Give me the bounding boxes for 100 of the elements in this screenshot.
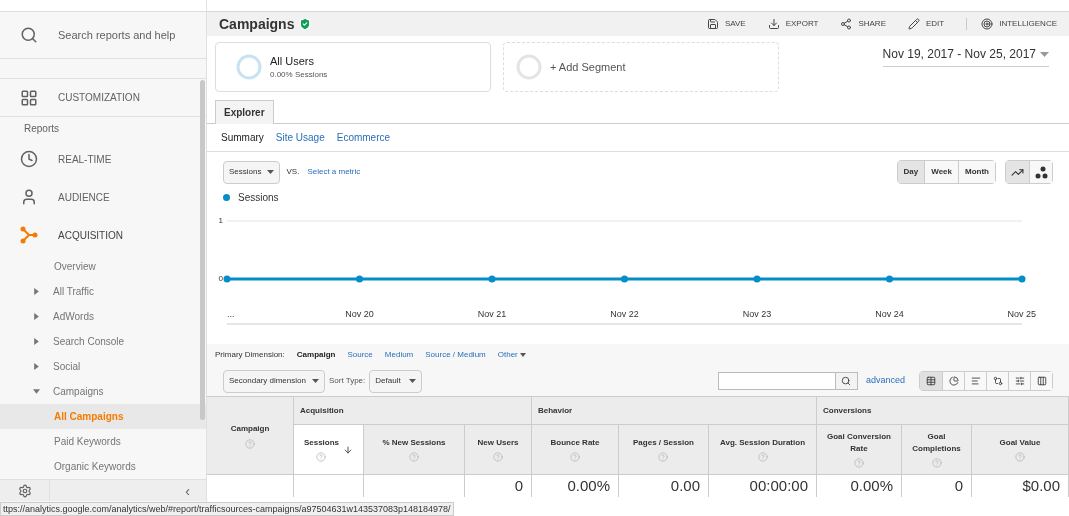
period-button[interactable]: Week — [924, 161, 958, 183]
caret-right-icon — [33, 288, 40, 296]
search-icon — [20, 26, 38, 45]
toolbar-action[interactable]: INTELLIGENCE — [966, 18, 1057, 30]
nav-item[interactable]: Organic Keywords — [0, 454, 206, 480]
sort-type-dropdown[interactable]: Default — [369, 369, 422, 393]
column-header[interactable]: % New Sessions — [364, 425, 465, 475]
column-header[interactable]: Campaign — [207, 397, 294, 475]
date-range-picker[interactable]: Nov 19, 2017 - Nov 25, 2017 — [882, 45, 1049, 67]
help-icon — [245, 438, 255, 449]
caret-right-icon — [33, 338, 40, 346]
dimension-link[interactable]: Source — [347, 349, 373, 361]
nav-group[interactable]: All Traffic — [0, 279, 206, 305]
nav-group[interactable]: AdWords — [0, 304, 206, 330]
search-icon[interactable] — [841, 376, 852, 386]
section-heading: Reports — [23, 122, 60, 137]
toolbar-action[interactable]: SAVE — [706, 18, 746, 30]
period-button[interactable]: Day — [897, 161, 925, 183]
table-cell-text: 0.00 — [670, 475, 700, 496]
vs-label: VS. — [286, 166, 300, 178]
search-field[interactable]: Search reports and help — [58, 26, 176, 44]
period-button[interactable]: Month — [958, 161, 995, 183]
sliders-icon — [1014, 376, 1025, 386]
help-icon — [854, 458, 864, 468]
bar-lines-icon — [970, 376, 981, 386]
help-icon — [570, 452, 580, 462]
table-cell-text: 0.00% — [567, 475, 610, 496]
subtab-link[interactable]: Site Usage — [275, 130, 325, 145]
add-segment-button[interactable]: + Add Segment — [503, 42, 779, 92]
table-cell-text: $0.00 — [1022, 475, 1060, 496]
nav-group[interactable]: Search Console — [0, 329, 206, 355]
collapse-button[interactable]: ‹ — [185, 483, 190, 498]
nav-item[interactable]: Overview — [0, 254, 206, 280]
data-point — [1018, 275, 1026, 283]
table-icon — [926, 376, 936, 386]
help-icon — [316, 452, 327, 462]
dimension-link[interactable]: Other — [497, 349, 526, 361]
segment-detail: 0.00% Sessions — [270, 69, 328, 82]
verified-shield-icon — [298, 17, 313, 31]
segment-card[interactable]: All Users 0.00% Sessions — [215, 42, 491, 92]
secondary-dimension-dropdown[interactable]: Secondary dimension — [223, 369, 325, 393]
nav-section[interactable]: ACQUISITION — [0, 216, 206, 255]
advanced-link[interactable]: advanced — [865, 374, 905, 388]
metric-dropdown[interactable]: Sessions — [223, 160, 281, 184]
caret-down-icon — [1040, 51, 1049, 57]
pie-chart-icon — [948, 376, 959, 386]
help-icon — [658, 452, 669, 462]
column-header[interactable]: Sessions — [294, 425, 364, 475]
help-icon — [409, 452, 419, 462]
nav-item[interactable]: Paid Keywords — [0, 429, 206, 455]
data-point — [223, 275, 231, 283]
dimension-link[interactable]: Medium — [384, 349, 414, 361]
motion-chart-button[interactable] — [1029, 161, 1052, 183]
column-header[interactable]: Goal Completions — [902, 425, 972, 475]
dimension-link[interactable]: Source / Medium — [425, 349, 486, 361]
help-icon — [493, 452, 503, 462]
x-tick-label: Nov 24 — [875, 309, 904, 319]
toolbar-action[interactable]: EXPORT — [767, 18, 819, 30]
column-header[interactable]: Goal Conversion Rate — [817, 425, 902, 475]
table-search-field[interactable] — [717, 372, 858, 390]
nav-section[interactable]: AUDIENCE — [0, 178, 206, 217]
grid-icon — [20, 88, 38, 107]
person-icon — [20, 188, 38, 207]
column-header[interactable]: New Users — [465, 425, 532, 475]
caret-down-icon — [408, 379, 416, 383]
network-fork-icon — [20, 226, 38, 245]
table-cell-text: 00:00:00 — [749, 475, 808, 496]
view-toggle-button[interactable] — [920, 372, 942, 390]
column-header[interactable]: Avg. Session Duration — [709, 425, 817, 475]
column-header[interactable]: Pages / Session — [619, 425, 709, 475]
data-point — [753, 275, 761, 283]
nav-section[interactable]: REAL-TIME — [0, 140, 206, 179]
subtab-link[interactable]: Ecommerce — [336, 130, 391, 145]
page-title: Campaigns — [219, 14, 295, 34]
help-icon — [1015, 452, 1025, 462]
share-icon — [840, 18, 853, 30]
data-point — [886, 275, 893, 283]
data-point — [356, 275, 363, 283]
y-tick-label: 0 — [218, 274, 223, 284]
dimension-link[interactable]: Campaign — [296, 349, 336, 361]
subtab-link[interactable]: Summary — [221, 130, 264, 145]
toolbar-action[interactable]: SHARE — [840, 18, 886, 30]
dimension-label: Primary Dimension: — [215, 349, 285, 361]
dots-icon — [1034, 165, 1048, 179]
select-metric-link[interactable]: Select a metric — [307, 166, 361, 178]
tab[interactable]: Explorer — [215, 100, 274, 124]
column-header[interactable]: Bounce Rate — [532, 425, 619, 475]
nav-group[interactable]: Campaigns — [0, 379, 206, 405]
settings-icon[interactable] — [17, 483, 32, 498]
line-chart-button[interactable] — [1006, 161, 1029, 183]
x-tick-label: ... — [227, 309, 235, 319]
nav-group[interactable]: Social — [0, 354, 206, 380]
toolbar-action[interactable]: EDIT — [907, 18, 945, 30]
view-toggle-button[interactable] — [1030, 372, 1052, 390]
scrollbar[interactable] — [200, 80, 205, 420]
table-cell-text: 0 — [514, 475, 523, 496]
caret-right-icon — [33, 313, 40, 321]
table-cell-text: 0 — [954, 475, 963, 496]
caret-down-icon — [267, 170, 275, 174]
column-header[interactable]: Goal Value — [972, 425, 1069, 475]
